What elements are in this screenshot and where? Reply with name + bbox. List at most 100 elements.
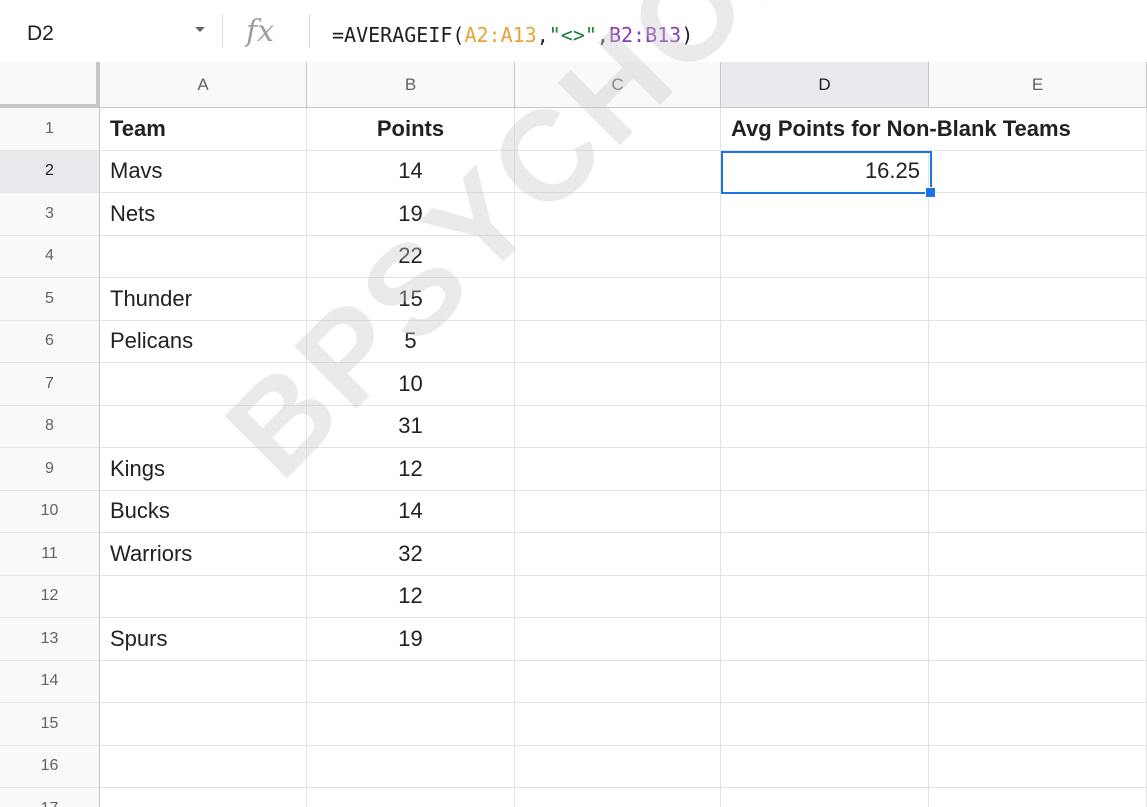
row-header-8[interactable]: 8: [0, 405, 100, 448]
cell-b16[interactable]: [307, 745, 515, 788]
cell-a6[interactable]: Pelicans: [100, 320, 307, 363]
cell-a13[interactable]: Spurs: [100, 618, 307, 661]
cell-c7[interactable]: [515, 363, 721, 406]
cell-d15[interactable]: [721, 703, 929, 746]
cell-d13[interactable]: [721, 618, 929, 661]
cell-b13[interactable]: 19: [307, 618, 515, 661]
cell-a17[interactable]: [100, 788, 307, 807]
cell-c4[interactable]: [515, 235, 721, 278]
formula-input[interactable]: =AVERAGEIF(A2:A13,"<>",B2:B13): [332, 23, 693, 47]
cell-e3[interactable]: [929, 193, 1147, 236]
cell-e4[interactable]: [929, 235, 1147, 278]
cell-a9[interactable]: Kings: [100, 448, 307, 491]
cell-c13[interactable]: [515, 618, 721, 661]
row-header-10[interactable]: 10: [0, 490, 100, 533]
cell-e6[interactable]: [929, 320, 1147, 363]
cell-a7[interactable]: [100, 363, 307, 406]
name-box-dropdown-icon[interactable]: [195, 27, 205, 32]
cell-a11[interactable]: Warriors: [100, 533, 307, 576]
fill-handle[interactable]: [925, 187, 936, 198]
row-header-2[interactable]: 2: [0, 150, 100, 193]
column-header-b[interactable]: B: [307, 62, 515, 108]
cell-e14[interactable]: [929, 660, 1147, 703]
cell-a16[interactable]: [100, 745, 307, 788]
cell-d16[interactable]: [721, 745, 929, 788]
cell-d10[interactable]: [721, 490, 929, 533]
cell-b14[interactable]: [307, 660, 515, 703]
cell-a3[interactable]: Nets: [100, 193, 307, 236]
cell-e7[interactable]: [929, 363, 1147, 406]
cell-d12[interactable]: [721, 575, 929, 618]
row-header-11[interactable]: 11: [0, 533, 100, 576]
cell-c5[interactable]: [515, 278, 721, 321]
row-header-4[interactable]: 4: [0, 235, 100, 278]
cell-e8[interactable]: [929, 405, 1147, 448]
cell-c3[interactable]: [515, 193, 721, 236]
cell-b2[interactable]: 14: [307, 150, 515, 193]
cell-a14[interactable]: [100, 660, 307, 703]
cell-d1[interactable]: Avg Points for Non-Blank Teams: [721, 108, 1071, 151]
cell-d5[interactable]: [721, 278, 929, 321]
cell-e10[interactable]: [929, 490, 1147, 533]
cell-d8[interactable]: [721, 405, 929, 448]
cell-c17[interactable]: [515, 788, 721, 807]
cell-b11[interactable]: 32: [307, 533, 515, 576]
cell-b12[interactable]: 12: [307, 575, 515, 618]
cell-a8[interactable]: [100, 405, 307, 448]
column-header-d[interactable]: D: [721, 62, 929, 108]
cell-c9[interactable]: [515, 448, 721, 491]
cell-e12[interactable]: [929, 575, 1147, 618]
row-header-17[interactable]: 17: [0, 788, 100, 807]
select-all-corner[interactable]: [0, 62, 100, 108]
cell-b15[interactable]: [307, 703, 515, 746]
row-header-6[interactable]: 6: [0, 320, 100, 363]
cell-d3[interactable]: [721, 193, 929, 236]
cell-e16[interactable]: [929, 745, 1147, 788]
row-header-14[interactable]: 14: [0, 660, 100, 703]
cell-b4[interactable]: 22: [307, 235, 515, 278]
cell-d4[interactable]: [721, 235, 929, 278]
column-header-c[interactable]: C: [515, 62, 721, 108]
cell-b9[interactable]: 12: [307, 448, 515, 491]
cell-b1[interactable]: Points: [307, 108, 515, 151]
cell-b7[interactable]: 10: [307, 363, 515, 406]
cell-c1[interactable]: [515, 108, 721, 151]
cell-b8[interactable]: 31: [307, 405, 515, 448]
row-header-5[interactable]: 5: [0, 278, 100, 321]
row-header-1[interactable]: 1: [0, 108, 100, 151]
cell-d6[interactable]: [721, 320, 929, 363]
cell-a5[interactable]: Thunder: [100, 278, 307, 321]
cell-b3[interactable]: 19: [307, 193, 515, 236]
column-header-a[interactable]: A: [100, 62, 307, 108]
cell-e11[interactable]: [929, 533, 1147, 576]
row-header-15[interactable]: 15: [0, 703, 100, 746]
cell-e17[interactable]: [929, 788, 1147, 807]
cell-a12[interactable]: [100, 575, 307, 618]
row-header-16[interactable]: 16: [0, 745, 100, 788]
cell-d14[interactable]: [721, 660, 929, 703]
cell-c6[interactable]: [515, 320, 721, 363]
cell-c14[interactable]: [515, 660, 721, 703]
cell-a15[interactable]: [100, 703, 307, 746]
cell-c15[interactable]: [515, 703, 721, 746]
cell-c2[interactable]: [515, 150, 721, 193]
cell-c8[interactable]: [515, 405, 721, 448]
cell-b10[interactable]: 14: [307, 490, 515, 533]
row-header-3[interactable]: 3: [0, 193, 100, 236]
row-header-9[interactable]: 9: [0, 448, 100, 491]
cell-b17[interactable]: [307, 788, 515, 807]
cell-d2[interactable]: 16.25: [721, 150, 929, 193]
cell-c16[interactable]: [515, 745, 721, 788]
cell-c10[interactable]: [515, 490, 721, 533]
name-box[interactable]: D2: [27, 22, 54, 46]
row-header-12[interactable]: 12: [0, 575, 100, 618]
cell-c12[interactable]: [515, 575, 721, 618]
cell-e9[interactable]: [929, 448, 1147, 491]
cell-a2[interactable]: Mavs: [100, 150, 307, 193]
cell-b5[interactable]: 15: [307, 278, 515, 321]
cell-d17[interactable]: [721, 788, 929, 807]
column-header-e[interactable]: E: [929, 62, 1147, 108]
row-header-13[interactable]: 13: [0, 618, 100, 661]
cell-d7[interactable]: [721, 363, 929, 406]
cell-d9[interactable]: [721, 448, 929, 491]
